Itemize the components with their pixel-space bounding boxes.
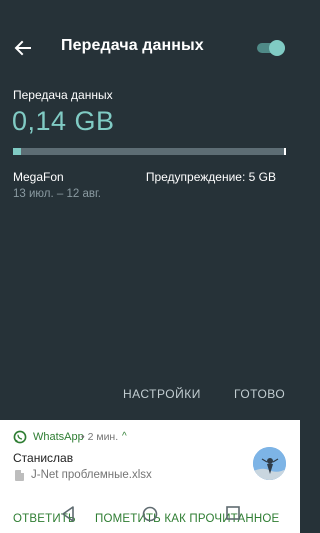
billing-period: 13 июл. – 12 авг. (13, 188, 101, 200)
notification-sender: Станислав (13, 451, 74, 465)
toggle-thumb (269, 40, 285, 56)
usage-label: Передача данных (13, 88, 113, 102)
chevron-up-icon[interactable]: ^ (122, 431, 127, 442)
done-button[interactable]: ГОТОВО (234, 387, 285, 401)
usage-value: 0,14 GB (12, 106, 115, 136)
notification-app-name: WhatsApp (33, 431, 84, 443)
nav-recents-icon[interactable] (226, 506, 240, 520)
avatar[interactable] (253, 447, 286, 480)
usage-progress-bar (13, 148, 286, 155)
nav-home-icon[interactable] (142, 506, 158, 522)
usage-limit-marker (284, 148, 286, 155)
warning-limit: Предупреждение: 5 GB (145, 170, 276, 184)
file-icon (15, 470, 24, 481)
top-app-bar: Передача данных (0, 24, 300, 70)
notification-file-name: J-Net проблемные.xlsx (31, 469, 152, 481)
data-usage-screen: Передача данных Передача данных 0,14 GB … (0, 0, 300, 533)
nav-back-icon[interactable] (60, 505, 76, 523)
notification-time: • 2 мин. (81, 431, 119, 443)
data-toggle-switch[interactable] (255, 38, 287, 58)
carrier-name: MegaFon (13, 170, 64, 184)
settings-button[interactable]: НАСТРОЙКИ (123, 387, 201, 401)
usage-progress-fill (13, 148, 21, 155)
whatsapp-icon (13, 430, 27, 444)
back-arrow-icon[interactable] (12, 37, 34, 59)
page-title: Передача данных (61, 37, 204, 54)
